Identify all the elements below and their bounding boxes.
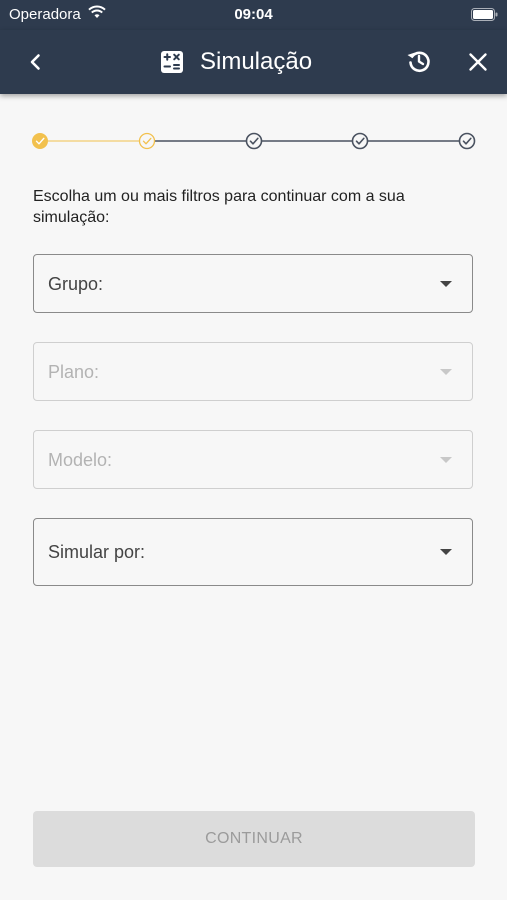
plano-select-label: Plano: — [48, 362, 100, 382]
chevron-down-icon — [440, 457, 452, 463]
grupo-select-label: Grupo: — [48, 274, 104, 294]
instructions-text: Escolha um ou mais filtros para continua… — [33, 188, 405, 226]
step-2-check-icon — [138, 132, 156, 150]
calculator-icon — [161, 51, 183, 73]
clock: 09:04 — [234, 6, 273, 23]
step-1-check-icon — [32, 133, 48, 149]
close-icon[interactable] — [464, 48, 492, 76]
title-group: Simulação — [160, 46, 312, 78]
chevron-down-icon — [440, 281, 452, 287]
chevron-down-icon — [440, 549, 452, 555]
status-bar: Operadora 09:04 — [0, 0, 507, 30]
step-5-check-icon — [458, 132, 476, 150]
simular-por-select[interactable]: Simular por: — [33, 518, 473, 586]
page-title: Simulação — [200, 48, 313, 75]
simular-por-select-label: Simular por: — [48, 542, 146, 562]
chevron-down-icon — [440, 369, 452, 375]
continue-button[interactable]: CONTINUAR — [33, 811, 475, 867]
history-icon[interactable] — [404, 46, 434, 76]
progress-stepper — [32, 132, 476, 150]
plano-select: Plano: — [33, 342, 473, 401]
back-icon[interactable] — [22, 48, 50, 76]
step-3-check-icon — [245, 132, 263, 150]
app-bar: Simulação — [0, 30, 507, 94]
modelo-select: Modelo: — [33, 430, 473, 489]
grupo-select[interactable]: Grupo: — [33, 254, 473, 313]
battery-icon — [471, 8, 498, 21]
modelo-select-label: Modelo: — [48, 450, 113, 470]
step-4-check-icon — [351, 132, 369, 150]
